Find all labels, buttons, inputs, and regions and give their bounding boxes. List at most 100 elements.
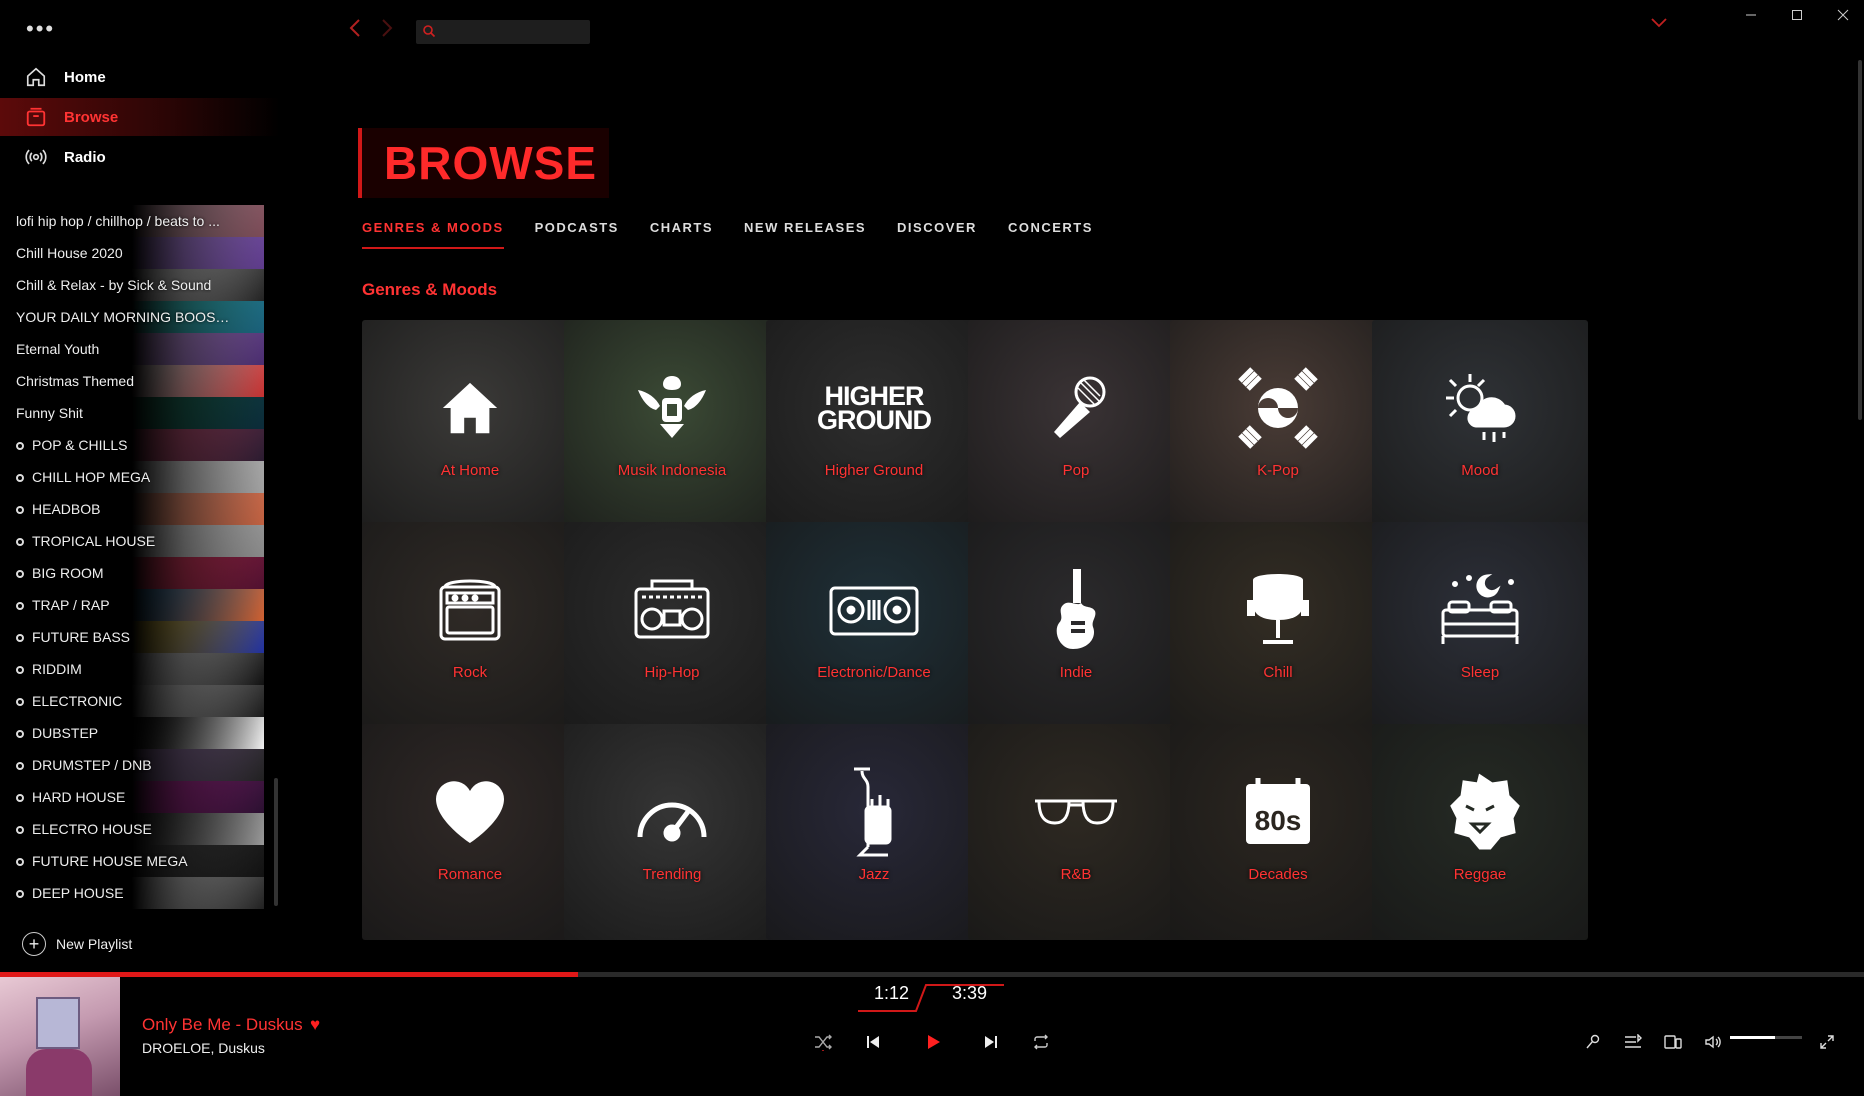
genre-tile[interactable]: Rock xyxy=(362,522,578,738)
nav-browse[interactable]: Browse xyxy=(0,98,280,136)
genre-tile[interactable]: Hip-Hop xyxy=(564,522,780,738)
chevron-right-icon[interactable] xyxy=(380,18,394,44)
playlist-item[interactable]: FUTURE HOUSE MEGA xyxy=(0,845,264,877)
fullscreen-icon[interactable] xyxy=(1812,1027,1842,1057)
playlist-label: TROPICAL HOUSE xyxy=(0,533,155,549)
volume-slider[interactable] xyxy=(1730,1036,1802,1039)
playlist-item[interactable]: YOUR DAILY MORNING BOOST... xyxy=(0,301,264,333)
tab-podcasts[interactable]: PODCASTS xyxy=(535,220,619,249)
lyrics-mic-icon[interactable] xyxy=(1578,1027,1608,1057)
shuffle-icon[interactable] xyxy=(808,1027,838,1057)
genre-tile[interactable]: Musik Indonesia xyxy=(564,320,780,536)
genre-tile[interactable]: Sleep xyxy=(1372,522,1588,738)
playlist-name: DEEP HOUSE xyxy=(32,885,124,901)
playlist-item[interactable]: POP & CHILLS xyxy=(0,429,264,461)
sidebar-scrollbar[interactable] xyxy=(274,778,278,906)
previous-icon[interactable] xyxy=(858,1027,888,1057)
search-input[interactable] xyxy=(416,20,590,44)
player-bar: Only Be Me - Duskus ♥ DROELOE, Duskus 1:… xyxy=(0,977,1864,1096)
playlist-item[interactable]: CHILL HOP MEGA xyxy=(0,461,264,493)
genre-tile[interactable]: Romance xyxy=(362,724,578,940)
genre-tile[interactable]: Electronic/Dance xyxy=(766,522,982,738)
genre-tile-label: Jazz xyxy=(858,866,890,883)
repeat-icon[interactable] xyxy=(1026,1027,1056,1057)
genre-tile-label: Higher Ground xyxy=(824,462,924,479)
genre-tile[interactable]: Mood xyxy=(1372,320,1588,536)
playlist-item[interactable]: Christmas Themed xyxy=(0,365,264,397)
genre-tile[interactable]: Indie xyxy=(968,522,1184,738)
playlist-label: DEEP HOUSE xyxy=(0,885,124,901)
menu-icon[interactable]: ••• xyxy=(26,16,55,42)
playlist-name: HARD HOUSE xyxy=(32,789,126,805)
playlist-thumbnail xyxy=(132,685,264,717)
genre-tile[interactable]: Reggae xyxy=(1372,724,1588,940)
genre-tile[interactable]: Jazz xyxy=(766,724,982,940)
queue-icon[interactable] xyxy=(1618,1027,1648,1057)
heart-icon[interactable]: ♥ xyxy=(310,1015,320,1035)
album-cover[interactable] xyxy=(0,977,120,1096)
genre-tile[interactable]: Trending xyxy=(564,724,780,940)
genre-tile[interactable]: Pop xyxy=(968,320,1184,536)
tab-discover[interactable]: DISCOVER xyxy=(897,220,977,249)
nav-home[interactable]: Home xyxy=(0,58,280,96)
playlist-thumbnail xyxy=(132,781,264,813)
tab-charts[interactable]: CHARTS xyxy=(650,220,713,249)
playlist-bullet-icon xyxy=(16,890,24,899)
plus-icon: + xyxy=(22,932,46,956)
tab-concerts[interactable]: CONCERTS xyxy=(1008,220,1093,249)
playlist-bullet-icon xyxy=(16,730,24,739)
playlist-item[interactable]: ELECTRONIC xyxy=(0,685,264,717)
playlist-item[interactable]: BIG ROOM xyxy=(0,557,264,589)
devices-icon[interactable] xyxy=(1658,1027,1688,1057)
genre-tile-label: Decades xyxy=(1248,866,1308,883)
playlist-item[interactable]: HEADBOB xyxy=(0,493,264,525)
playlist-label: Eternal Youth xyxy=(0,341,99,357)
amplifier-icon xyxy=(422,562,518,658)
app-window: ••• Home Browse Radio lofi hip hop / chi… xyxy=(0,0,1864,1096)
chevron-down-icon[interactable] xyxy=(1650,16,1668,34)
playlist-item[interactable]: DRUMSTEP / DNB xyxy=(0,749,264,781)
playlist-label: Funny Shit xyxy=(0,405,83,421)
playlist-name: Eternal Youth xyxy=(16,341,100,357)
volume-icon[interactable] xyxy=(1698,1027,1728,1057)
playlist-item[interactable]: TRAP / RAP xyxy=(0,589,264,621)
play-button[interactable] xyxy=(918,1027,948,1057)
playlist-item[interactable]: Eternal Youth xyxy=(0,333,264,365)
new-playlist-button[interactable]: + New Playlist xyxy=(22,932,132,956)
chevron-left-icon[interactable] xyxy=(348,18,362,44)
artist-name[interactable]: DROELOE, Duskus xyxy=(142,1040,265,1056)
genre-tile[interactable]: R&B xyxy=(968,724,1184,940)
playlist-item[interactable]: Chill House 2020 xyxy=(0,237,264,269)
nav-radio[interactable]: Radio xyxy=(0,138,280,176)
playlist-item[interactable]: Chill & Relax - by Sick & Sound xyxy=(0,269,264,301)
playlist-item[interactable]: TROPICAL HOUSE xyxy=(0,525,264,557)
playlist-label: FUTURE HOUSE MEGA xyxy=(0,853,188,869)
playlist-item[interactable]: HARD HOUSE xyxy=(0,781,264,813)
playlist-item[interactable]: lofi hip hop / chillhop / beats to ... xyxy=(0,205,264,237)
genre-tile[interactable]: At Home xyxy=(362,320,578,536)
playlist-item[interactable]: ELECTRO HOUSE xyxy=(0,813,264,845)
minimize-icon[interactable] xyxy=(1728,0,1774,30)
time-display: 1:12 3:39 xyxy=(856,983,1008,1013)
genre-tile[interactable]: HIGHER GROUND Higher Ground xyxy=(766,320,982,536)
genre-tile[interactable]: 80s Decades xyxy=(1170,724,1386,940)
genre-tile-label: Hip-Hop xyxy=(644,664,700,681)
maximize-icon[interactable] xyxy=(1774,0,1820,30)
playlist-item[interactable]: Funny Shit xyxy=(0,397,264,429)
tab-genres-moods[interactable]: GENRES & MOODS xyxy=(362,220,504,249)
main-scrollbar[interactable] xyxy=(1858,60,1862,420)
playlist-item[interactable]: RIDDIM xyxy=(0,653,264,685)
playlist-name: ELECTRO HOUSE xyxy=(32,821,152,837)
genre-tile[interactable]: K-Pop xyxy=(1170,320,1386,536)
genre-tile[interactable]: Chill xyxy=(1170,522,1386,738)
playlist-bullet-icon xyxy=(16,762,24,771)
song-title[interactable]: Only Be Me - Duskus xyxy=(142,1015,302,1035)
tab-new-releases[interactable]: NEW RELEASES xyxy=(744,220,866,249)
close-icon[interactable] xyxy=(1820,0,1864,30)
playlist-item[interactable]: FUTURE BASS xyxy=(0,621,264,653)
playlist-item[interactable]: DUBSTEP xyxy=(0,717,264,749)
next-icon[interactable] xyxy=(976,1027,1006,1057)
playlist-name: HEADBOB xyxy=(32,501,101,517)
playlist-item[interactable]: DEEP HOUSE xyxy=(0,877,264,909)
playlist-bullet-icon xyxy=(16,442,24,451)
